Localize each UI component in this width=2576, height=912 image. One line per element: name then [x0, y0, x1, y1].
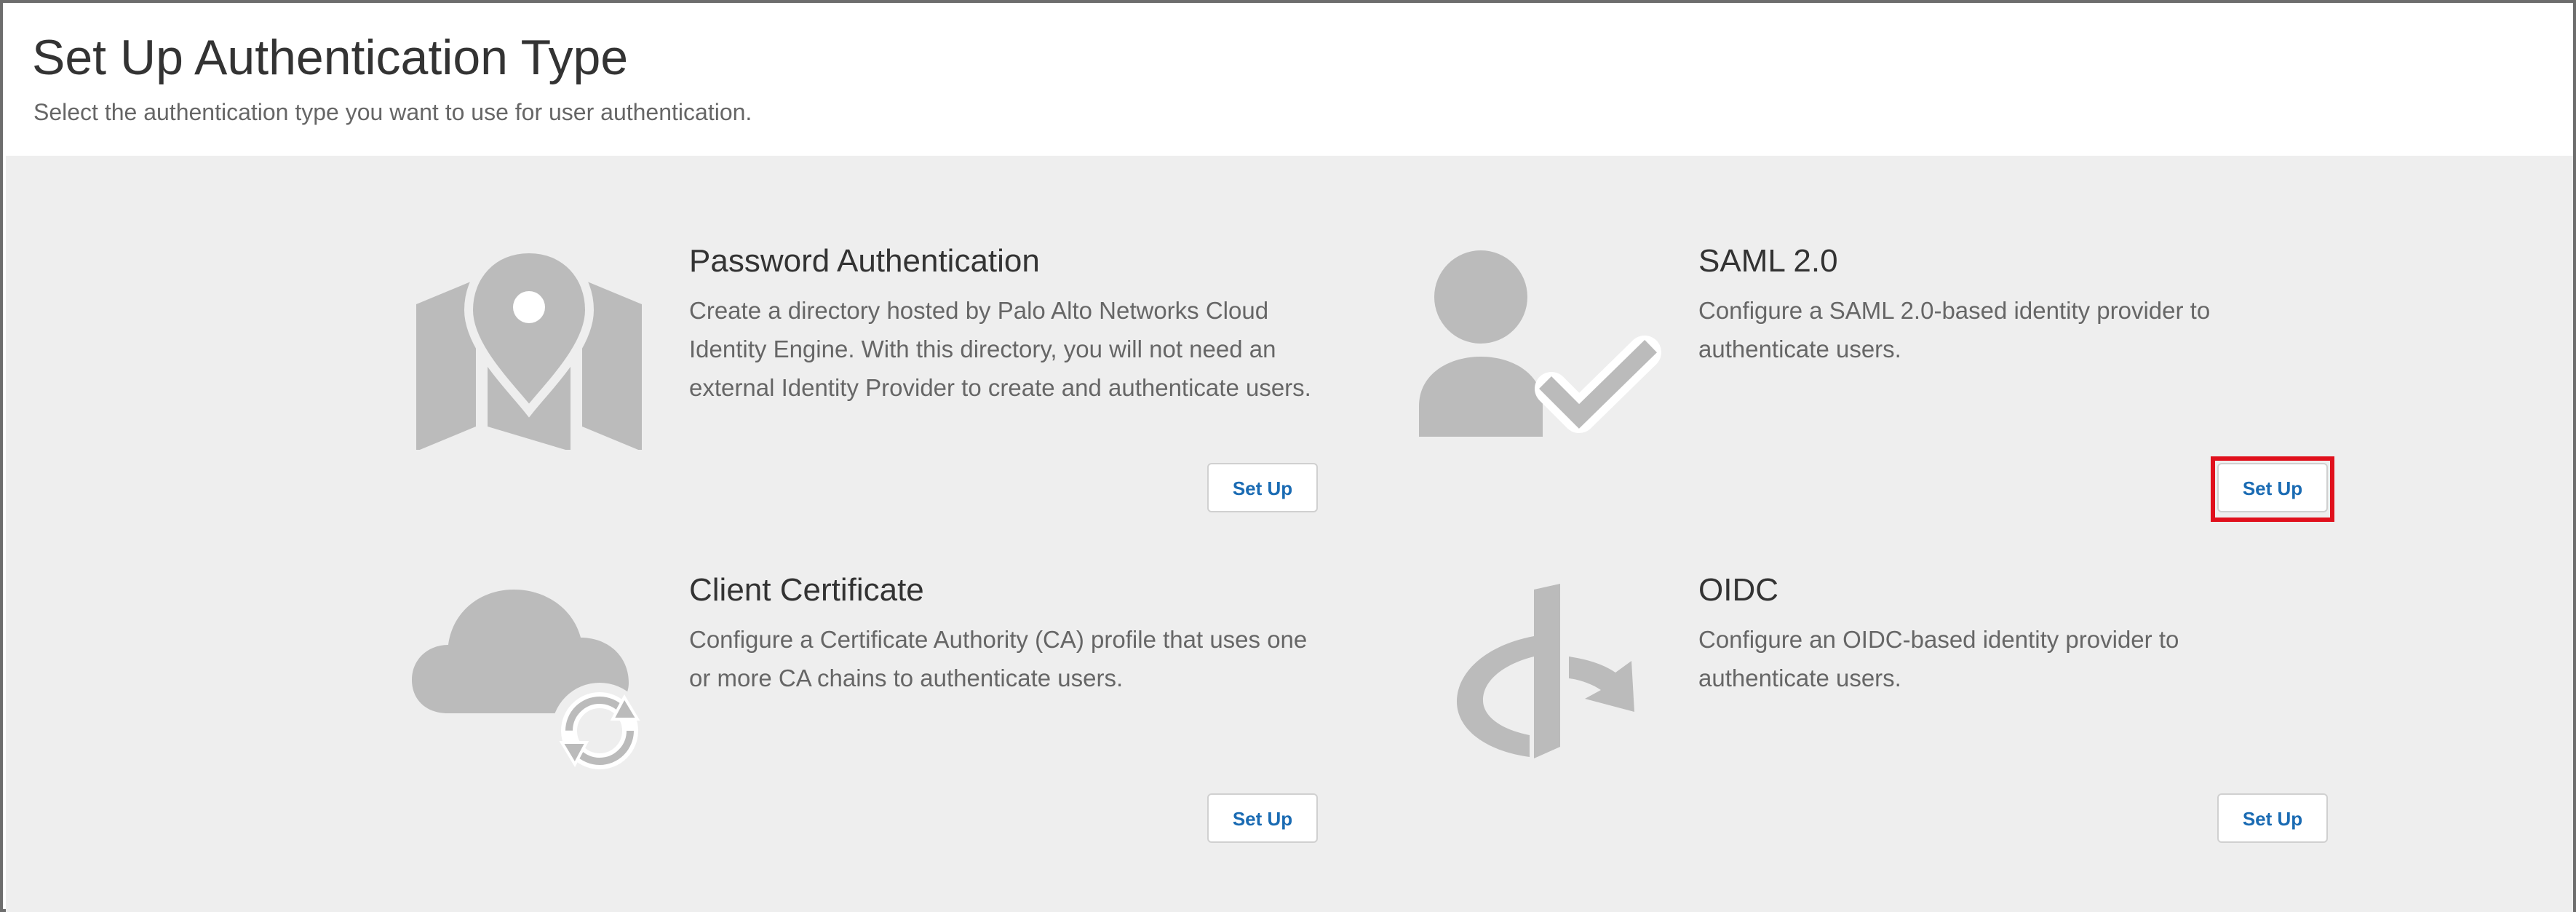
map-pin-icon	[416, 246, 642, 450]
card-description: Configure a SAML 2.0-based identity prov…	[1698, 297, 2211, 362]
password-authentication-setup-button[interactable]: Set Up	[1207, 463, 1318, 512]
page-header: Set Up Authentication Type Select the au…	[3, 3, 2573, 156]
user-check-icon	[1419, 250, 1661, 437]
cloud-sync-icon	[412, 590, 648, 774]
client-certificate-setup-button[interactable]: Set Up	[1207, 793, 1318, 843]
oidc-setup-button[interactable]: Set Up	[2217, 793, 2328, 843]
card-description: Create a directory hosted by Palo Alto N…	[689, 297, 1311, 401]
openid-icon	[1457, 584, 1634, 758]
saml-setup-button[interactable]: Set Up	[2217, 463, 2328, 512]
card-description: Configure an OIDC-based identity provide…	[1698, 626, 2179, 691]
card-title: Password Authentication	[689, 243, 1040, 279]
card-description: Configure a Certificate Authority (CA) p…	[689, 626, 1308, 691]
card-title: Client Certificate	[689, 572, 924, 608]
auth-options-panel: Password Authentication Create a directo…	[6, 156, 2573, 912]
page-title: Set Up Authentication Type	[32, 30, 629, 85]
card-title: SAML 2.0	[1698, 243, 1838, 279]
auth-type-page: Set Up Authentication Type Select the au…	[0, 0, 2576, 912]
card-title: OIDC	[1698, 572, 1778, 608]
page-subtitle: Select the authentication type you want …	[33, 99, 752, 125]
